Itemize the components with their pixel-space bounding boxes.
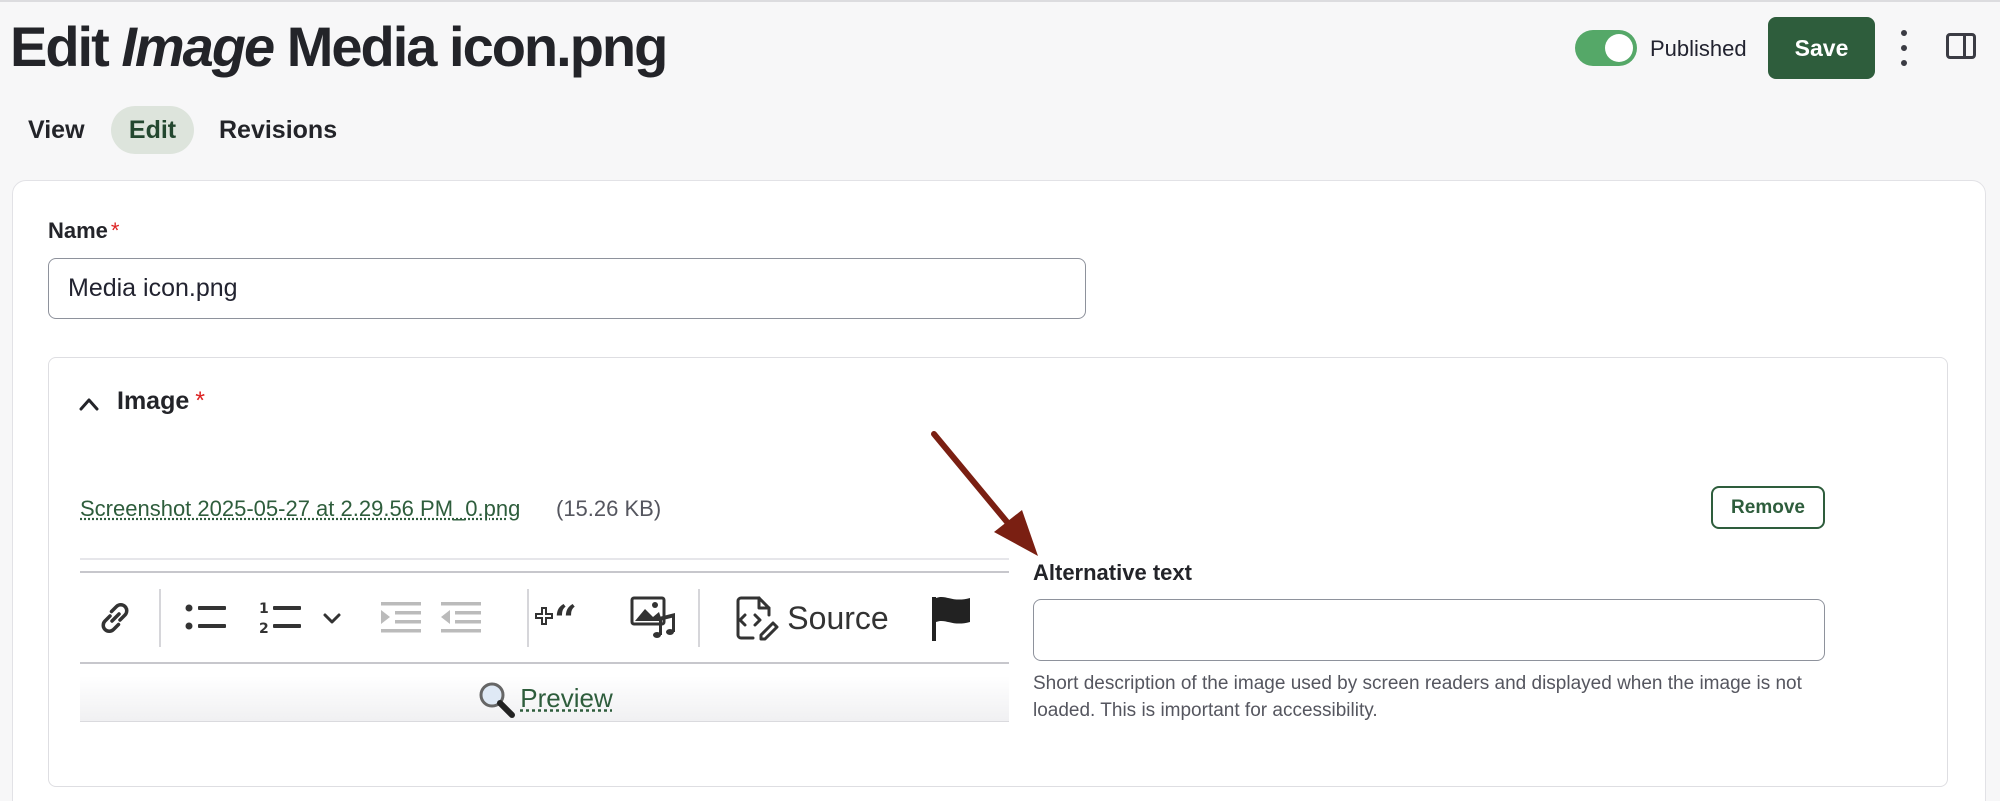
- svg-text:2: 2: [259, 621, 269, 637]
- indent-icon[interactable]: [438, 595, 484, 641]
- sidebar-toggle-icon[interactable]: [1946, 33, 1976, 59]
- preview-link[interactable]: Preview: [520, 683, 612, 714]
- alt-text-label: Alternative text: [1033, 560, 1192, 585]
- chevron-down-icon[interactable]: [320, 595, 344, 641]
- source-label: Source: [787, 599, 889, 636]
- media-icon[interactable]: [628, 595, 680, 641]
- page-title: Edit Image Media icon.png: [10, 14, 669, 79]
- tab-revisions[interactable]: Revisions: [219, 106, 337, 154]
- more-actions-icon[interactable]: [1898, 30, 1910, 66]
- save-button[interactable]: Save: [1768, 17, 1875, 79]
- numbered-list-icon[interactable]: 12: [256, 595, 306, 641]
- remove-button[interactable]: Remove: [1711, 486, 1825, 529]
- magnifier-icon: [479, 682, 516, 718]
- file-size: (15.26 KB): [556, 496, 662, 521]
- tab-view[interactable]: View: [28, 106, 85, 154]
- svg-text:1: 1: [259, 601, 269, 617]
- preview-bar: Preview: [80, 676, 1009, 722]
- outdent-icon[interactable]: [378, 595, 424, 641]
- svg-text:“: “: [554, 598, 577, 638]
- published-toggle[interactable]: [1575, 30, 1637, 66]
- toolbar-separator: [159, 589, 161, 647]
- required-marker: *: [195, 387, 205, 415]
- blockquote-icon[interactable]: “: [532, 595, 592, 641]
- toggle-knob: [1605, 34, 1633, 62]
- source-button[interactable]: Source: [730, 595, 890, 641]
- top-divider: [0, 0, 2000, 2]
- alt-text-description: Short description of the image used by s…: [1033, 673, 1802, 721]
- file-link[interactable]: Screenshot 2025-05-27 at 2.29.56 PM_0.pn…: [80, 496, 520, 522]
- source-icon: [736, 596, 779, 641]
- name-label: Name *: [48, 218, 120, 243]
- link-icon[interactable]: [92, 595, 138, 641]
- title-entity-type: Image: [121, 15, 275, 78]
- editor-toolbar: 12 “ Source: [80, 571, 1009, 664]
- chevron-up-icon[interactable]: [79, 394, 99, 414]
- published-label: Published: [1650, 36, 1747, 61]
- name-input[interactable]: Media icon.png: [48, 258, 1086, 319]
- flag-icon[interactable]: [926, 595, 976, 641]
- title-media-name: Media icon.png: [286, 15, 669, 78]
- toolbar-separator: [527, 589, 529, 647]
- bulleted-list-icon[interactable]: [180, 595, 232, 641]
- toolbar-separator: [698, 589, 700, 647]
- annotation-arrow: [931, 431, 1038, 556]
- required-marker: *: [110, 218, 120, 243]
- tab-edit[interactable]: Edit: [111, 106, 194, 154]
- alt-text-input[interactable]: [1033, 599, 1825, 661]
- editor-divider: [80, 558, 1009, 560]
- image-section-title[interactable]: Image *: [117, 387, 205, 416]
- title-prefix: Edit: [10, 15, 110, 78]
